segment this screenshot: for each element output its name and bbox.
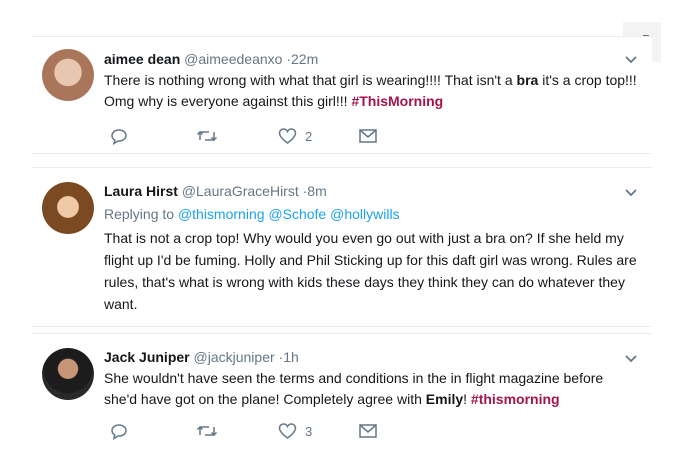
hashtag-link[interactable]: #thismorning [471, 391, 560, 407]
user-handle[interactable]: @LauraGraceHirst [182, 183, 299, 199]
like-count: 3 [305, 423, 313, 439]
like-button[interactable]: 3 [278, 422, 358, 440]
like-count: 2 [305, 128, 313, 144]
tweet-actions: 2 [110, 127, 378, 145]
mention-link[interactable]: @thismorning [178, 206, 265, 222]
reply-icon [111, 129, 127, 145]
replying-label: Replying to [104, 206, 175, 222]
text-bold: bra [516, 72, 539, 88]
replying-to: Replying to @thismorning @Schofe @hollyw… [104, 204, 640, 224]
avatar[interactable] [42, 49, 94, 101]
message-icon [359, 424, 377, 438]
tweet-card[interactable]: aimee dean @aimeedeanxo ·22m There is no… [32, 36, 652, 154]
display-name[interactable]: Laura Hirst [104, 183, 178, 199]
user-handle[interactable]: @aimeedeanxo [184, 51, 282, 67]
tweet-text: There is nothing wrong with what that gi… [104, 70, 640, 112]
tweet-text: She wouldn't have seen the terms and con… [104, 368, 640, 410]
text-bold: Emily [425, 391, 464, 407]
avatar[interactable] [42, 348, 94, 400]
tweet-header: Jack Juniper @jackjuniper ·1h [104, 348, 640, 366]
tweet-header: aimee dean @aimeedeanxo ·22m [104, 50, 640, 68]
message-button[interactable] [358, 423, 378, 439]
reply-button[interactable] [110, 127, 196, 145]
avatar[interactable] [42, 182, 94, 234]
tweet-card[interactable]: Jack Juniper @jackjuniper ·1h She wouldn… [32, 333, 652, 454]
retweet-button[interactable] [196, 127, 278, 145]
like-button[interactable]: 2 [278, 127, 358, 145]
retweet-button[interactable] [196, 422, 278, 440]
like-icon [278, 423, 297, 439]
like-icon [278, 128, 297, 144]
display-name[interactable]: aimee dean [104, 51, 180, 67]
reply-button[interactable] [110, 422, 196, 440]
hashtag-link[interactable]: #ThisMorning [351, 93, 443, 109]
message-icon [359, 129, 377, 143]
user-handle[interactable]: @jackjuniper [194, 349, 275, 365]
tweet-actions: 3 [110, 422, 378, 440]
message-button[interactable] [358, 128, 378, 144]
timestamp[interactable]: ·1h [279, 349, 299, 365]
tweet-card[interactable]: Laura Hirst @LauraGraceHirst ·8m Replyin… [32, 167, 652, 327]
timestamp[interactable]: ·8m [303, 183, 327, 199]
tweet-header: Laura Hirst @LauraGraceHirst ·8m [104, 182, 640, 200]
retweet-icon [196, 425, 218, 437]
tweet-text: That is not a crop top! Why would you ev… [104, 230, 637, 312]
retweet-icon [196, 130, 218, 142]
text-segment: ! [463, 391, 471, 407]
reply-icon [111, 424, 127, 440]
timestamp[interactable]: ·22m [286, 51, 318, 67]
display-name[interactable]: Jack Juniper [104, 349, 190, 365]
text-segment: There is nothing wrong with what that gi… [104, 72, 517, 88]
mention-link[interactable]: @Schofe [268, 206, 326, 222]
mention-link[interactable]: @hollywills [330, 206, 399, 222]
